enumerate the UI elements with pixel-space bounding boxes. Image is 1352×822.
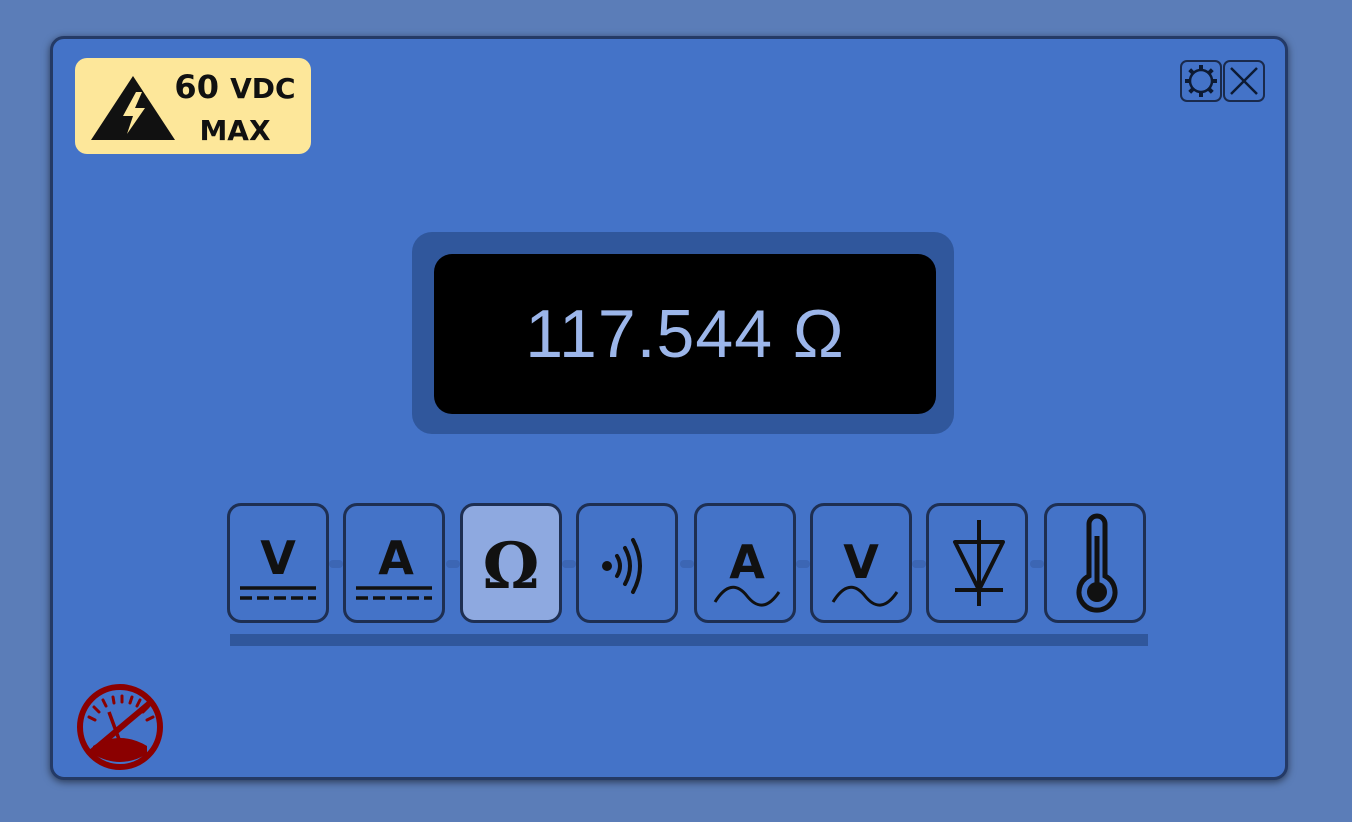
dc-voltage-letter: V xyxy=(260,531,296,585)
settings-button[interactable] xyxy=(1180,60,1222,102)
mode-selector-rail xyxy=(230,634,1148,646)
close-icon xyxy=(1230,67,1258,95)
ac-voltage-letter: V xyxy=(843,535,879,589)
mode-connector xyxy=(329,560,343,568)
mode-resistance-button[interactable]: Ω xyxy=(460,503,562,623)
mode-connector xyxy=(796,560,810,568)
mode-dc-voltage-button[interactable]: V xyxy=(227,503,329,623)
warning-voltage: 60 xyxy=(174,68,219,106)
continuity-sound-icon xyxy=(602,538,642,594)
display-reading: 117.544 Ω xyxy=(525,296,845,372)
mode-connector xyxy=(912,560,926,568)
multimeter-panel: 60 VDC MAX 117.544 Ω V A Ω A V xyxy=(50,36,1288,780)
ohm-icon: Ω xyxy=(483,529,540,604)
dc-current-letter: A xyxy=(378,531,414,585)
warning-limit: MAX xyxy=(199,114,271,147)
diode-icon xyxy=(953,520,1005,606)
ac-current-letter: A xyxy=(729,535,765,589)
ohm-symbol: Ω xyxy=(483,529,540,604)
warning-unit: VDC xyxy=(230,72,296,105)
disabled-gauge-icon[interactable] xyxy=(73,684,167,770)
thermometer-icon xyxy=(1076,513,1118,613)
display-bezel: 117.544 Ω xyxy=(412,232,954,434)
high-voltage-warning-icon xyxy=(91,76,175,140)
mode-connector xyxy=(1030,560,1044,568)
dc-current-icon: A xyxy=(356,531,432,600)
mode-temperature-button[interactable] xyxy=(1044,503,1146,623)
mode-continuity-button[interactable] xyxy=(576,503,678,623)
ac-voltage-icon: V xyxy=(831,535,899,607)
dc-voltage-icon: V xyxy=(240,531,316,600)
mode-dc-current-button[interactable]: A xyxy=(343,503,445,623)
mode-ac-voltage-button[interactable]: V xyxy=(810,503,912,623)
close-button[interactable] xyxy=(1223,60,1265,102)
mode-connector xyxy=(446,560,460,568)
ac-current-icon: A xyxy=(713,535,781,607)
voltage-warning-badge: 60 VDC MAX xyxy=(75,58,311,154)
gear-icon xyxy=(1185,65,1217,97)
mode-connector xyxy=(680,560,694,568)
mode-ac-current-button[interactable]: A xyxy=(694,503,796,623)
warning-text: 60 VDC MAX xyxy=(169,66,301,152)
mode-diode-button[interactable] xyxy=(926,503,1028,623)
mode-connector xyxy=(562,560,576,568)
display-screen: 117.544 Ω xyxy=(434,254,936,414)
